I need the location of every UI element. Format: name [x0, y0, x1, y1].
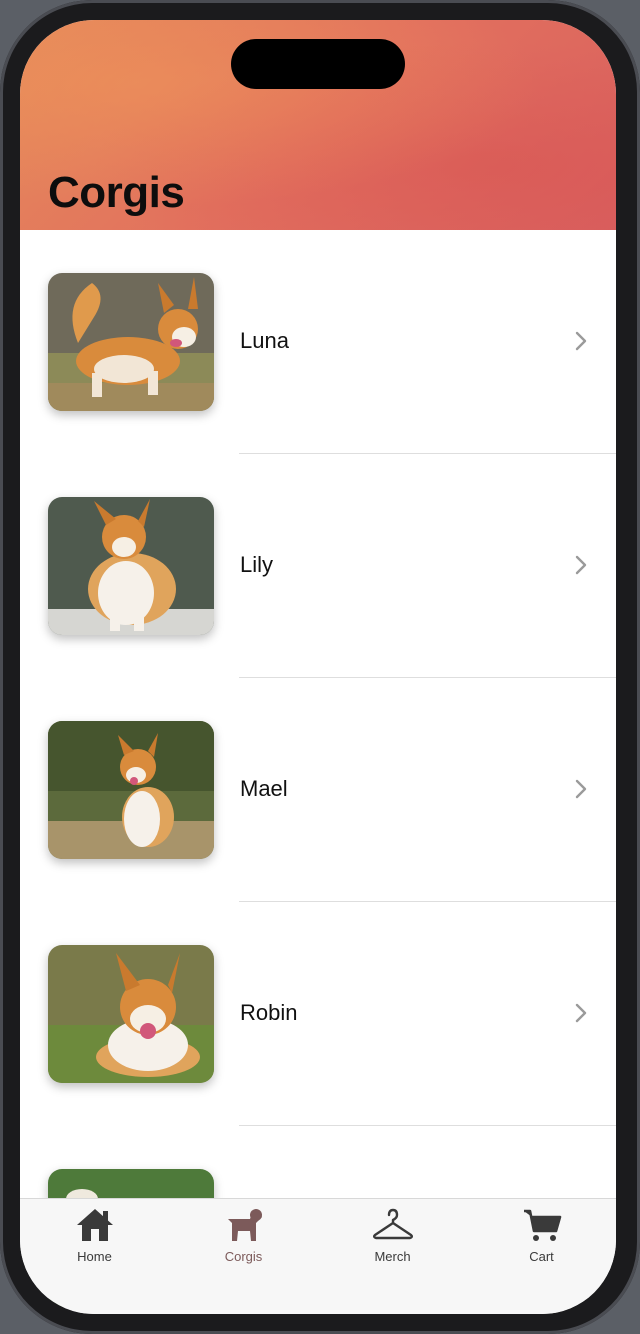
phone-frame: Corgis Luna Lily Mael Robin Home Corgis …: [0, 0, 640, 1334]
corgi-name: Mael: [240, 776, 288, 801]
house-icon: [76, 1209, 113, 1241]
list-item[interactable]: Luna: [20, 230, 616, 454]
list-item[interactable]: Robin: [20, 902, 616, 1126]
corgi-name: Lily: [240, 552, 274, 577]
dog-icon: [227, 1209, 262, 1241]
page-title: Corgis: [48, 168, 185, 217]
screen: Corgis Luna Lily Mael Robin Home Corgis …: [20, 20, 616, 1314]
chevron-right-icon: [575, 331, 587, 351]
hanger-icon: [372, 1208, 413, 1240]
tab-merch[interactable]: Merch: [318, 1205, 467, 1275]
tab-corgis[interactable]: Corgis: [169, 1205, 318, 1275]
cart-icon: [523, 1209, 561, 1241]
tab-cart[interactable]: Cart: [467, 1205, 616, 1275]
dynamic-island: [231, 39, 405, 89]
header-banner: Corgis: [20, 20, 616, 230]
corgi-name: Robin: [240, 1000, 298, 1025]
tab-home[interactable]: Home: [20, 1205, 169, 1275]
list-item[interactable]: Lily: [20, 454, 616, 678]
corgi-photo: [48, 273, 214, 411]
tab-label: Home: [77, 1249, 112, 1264]
tab-bar: Home Corgis Merch Cart: [20, 1198, 616, 1314]
corgi-photo: [48, 721, 214, 859]
corgi-photo: [48, 945, 214, 1083]
chevron-right-icon: [575, 779, 587, 799]
corgi-photo: [48, 497, 214, 635]
chevron-right-icon: [575, 1003, 587, 1023]
tab-label: Merch: [374, 1249, 411, 1264]
tab-label: Corgis: [224, 1249, 263, 1264]
list-item[interactable]: Mael: [20, 678, 616, 902]
corgi-name: Luna: [240, 328, 289, 353]
tab-label: Cart: [529, 1249, 554, 1264]
chevron-right-icon: [575, 555, 587, 575]
